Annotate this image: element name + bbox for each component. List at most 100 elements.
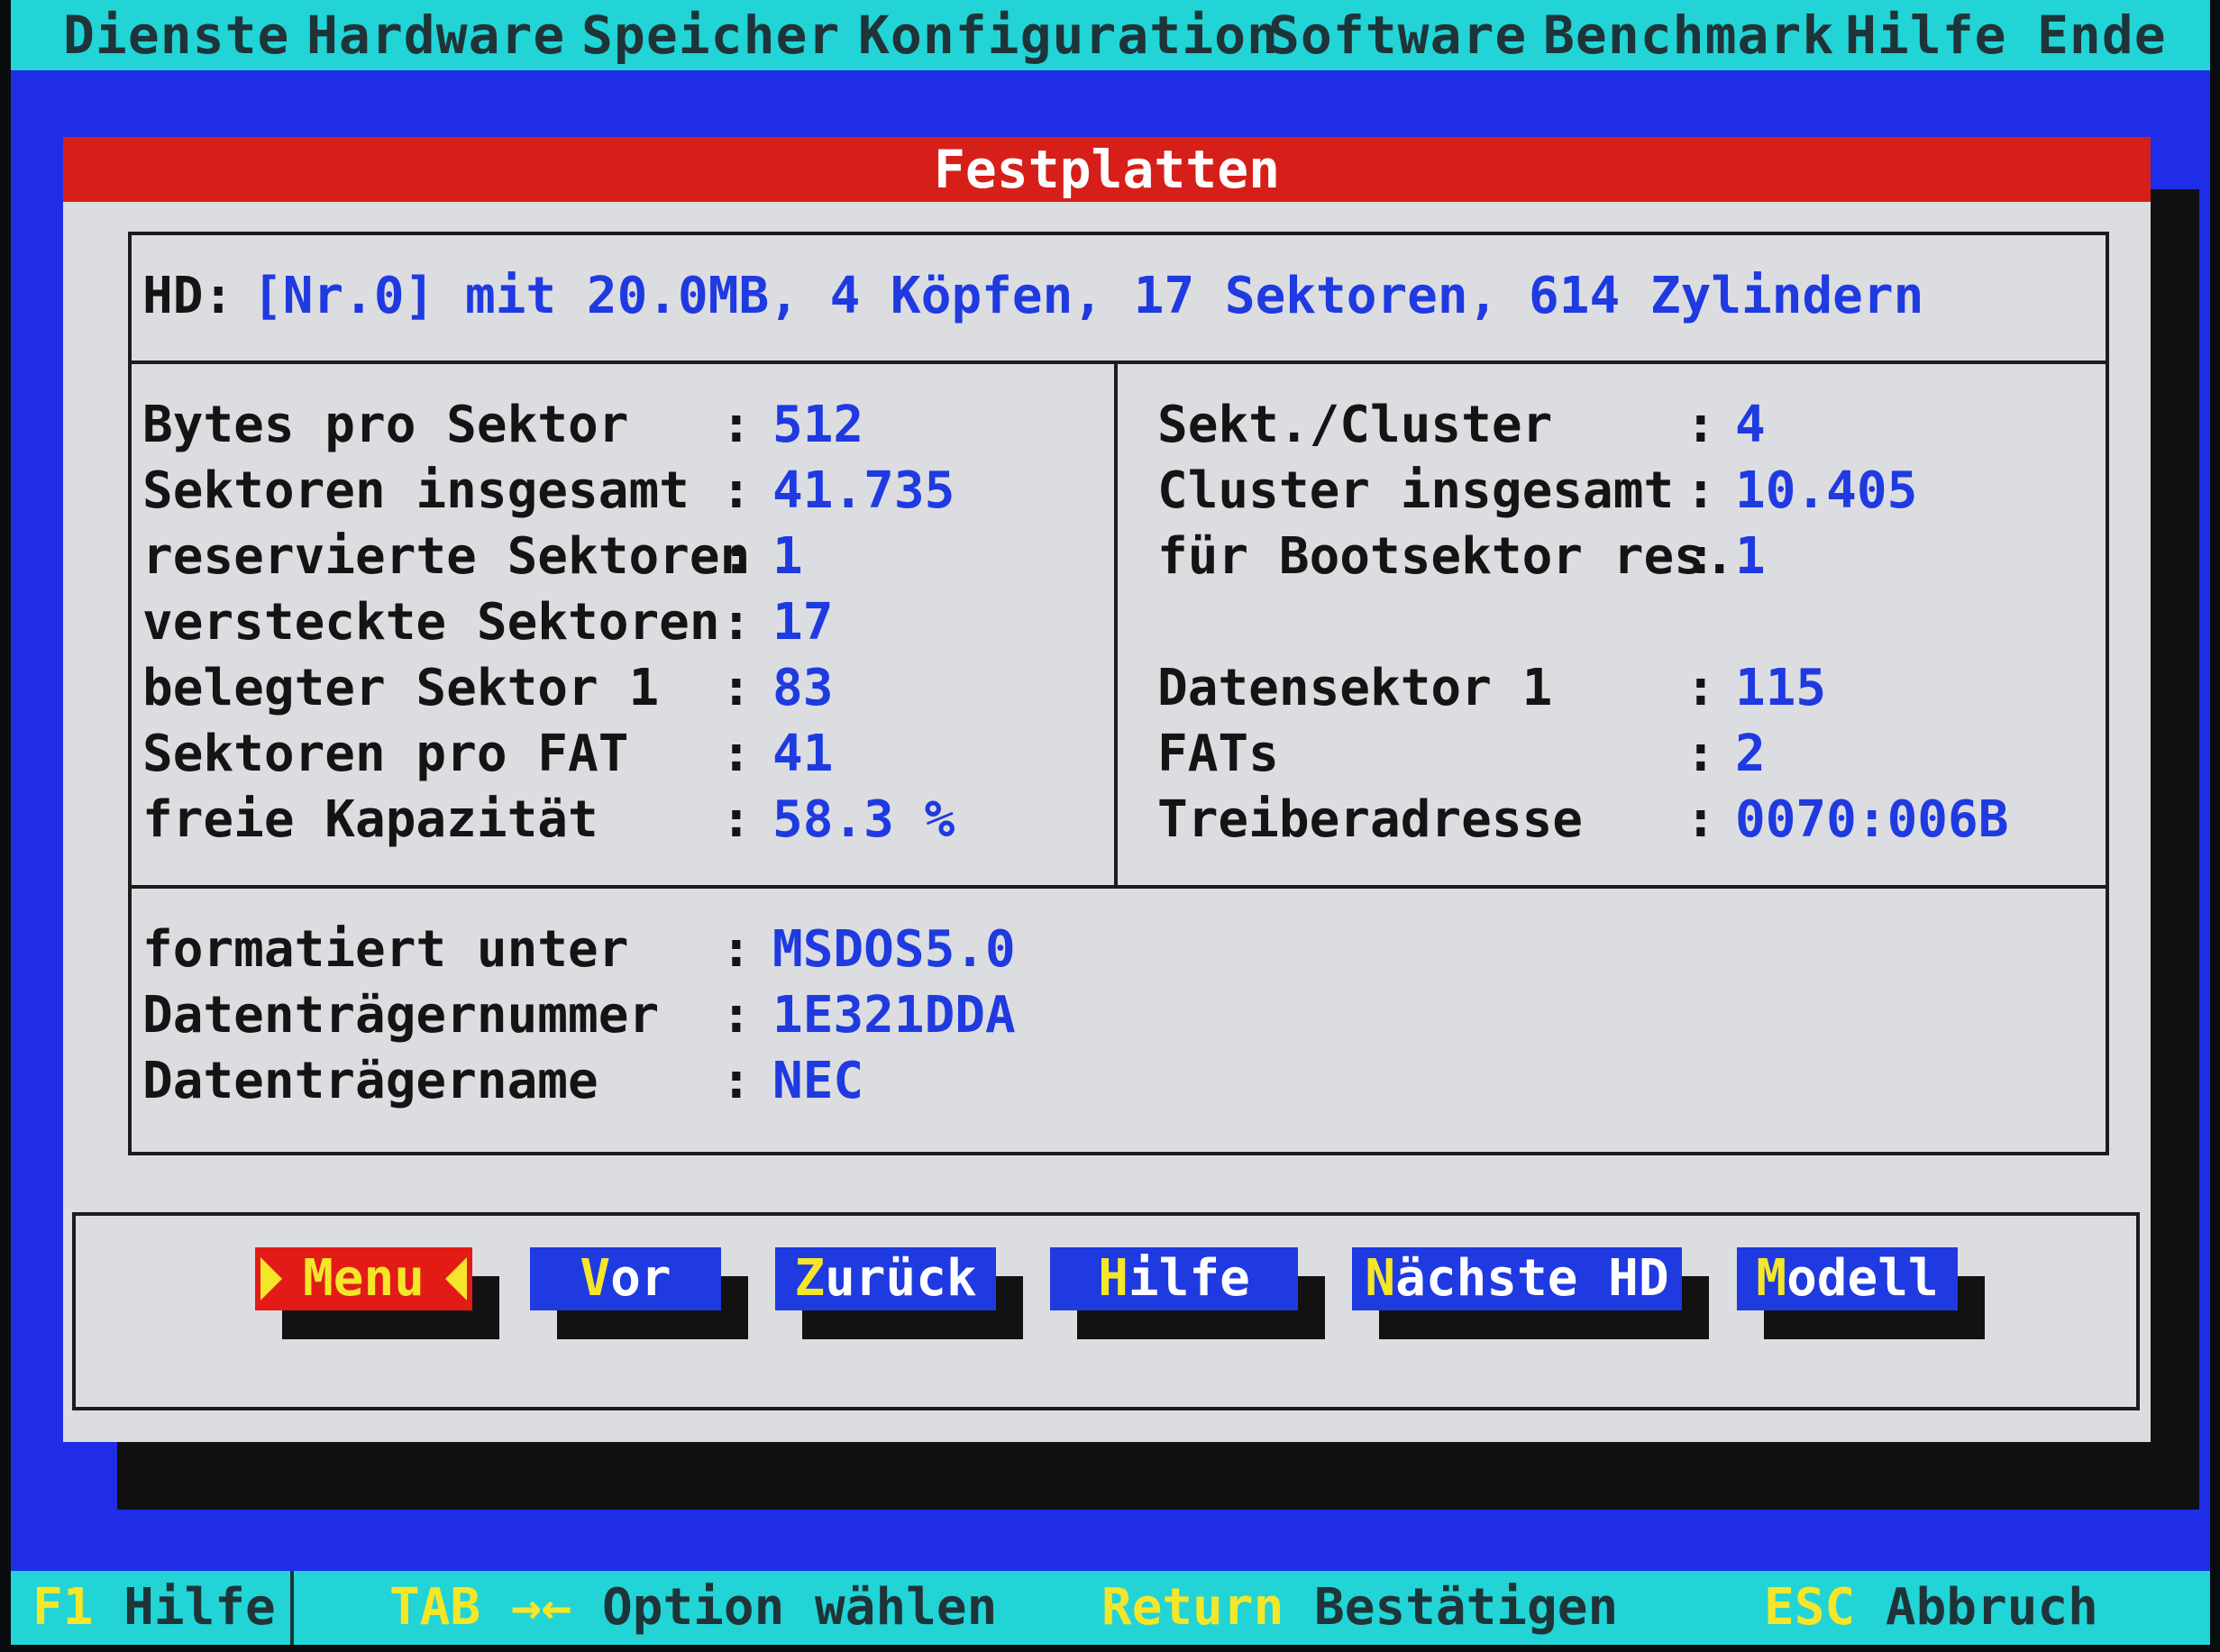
focus-arrow-left-icon	[445, 1257, 467, 1301]
field-separator: :	[721, 396, 752, 454]
status-tab[interactable]: TAB →← Option wählen	[389, 1576, 997, 1639]
hilfe-button-label: ilfe	[1128, 1249, 1250, 1308]
field-separator: :	[721, 986, 752, 1045]
menu-hilfe[interactable]: Hilfe	[1845, 4, 2007, 67]
field-separator: :	[721, 920, 752, 979]
field-separator: :	[1686, 461, 1716, 520]
status-text: Abbruch	[1885, 1578, 2098, 1637]
field-label: Sektoren pro FAT	[142, 725, 629, 783]
status-escape[interactable]: ESC Abbruch	[1764, 1576, 2098, 1639]
field-value: 58.3 %	[772, 790, 955, 849]
field-label: belegter Sektor 1	[142, 659, 660, 717]
menu-bar: Dienste Hardware Speicher Konfiguration …	[11, 0, 2210, 70]
menu-software[interactable]: Software	[1268, 4, 1527, 67]
field-separator: :	[721, 659, 752, 717]
status-key: F1	[32, 1578, 94, 1637]
menu-button-label: enu	[333, 1249, 425, 1308]
field-label: Datenträgername	[142, 1052, 598, 1110]
field-label: freie Kapazität	[142, 790, 598, 849]
divider-columns	[1114, 361, 1118, 889]
field-label: Datenträgernummer	[142, 986, 660, 1045]
zurueck-button[interactable]: Zurück	[775, 1247, 996, 1310]
field-value: 1E321DDA	[772, 986, 1016, 1045]
menu-ende[interactable]: Ende	[2037, 4, 2167, 67]
status-divider	[290, 1571, 294, 1645]
field-label: FATs	[1157, 725, 1279, 783]
status-text: Option wählen	[602, 1578, 998, 1637]
field-value: 1	[1735, 527, 1766, 586]
dialog-titlebar: Festplatten	[63, 137, 2151, 202]
menu-button[interactable]: Menu	[255, 1247, 472, 1310]
status-key: Return	[1101, 1578, 1284, 1637]
naechste-hd-button-label: ächste HD	[1395, 1249, 1669, 1308]
field-value: 10.405	[1735, 461, 1918, 520]
field-label: reservierte Sektoren	[142, 527, 751, 586]
hilfe-button[interactable]: Hilfe	[1050, 1247, 1298, 1310]
field-label: für Bootsektor res.	[1157, 527, 1735, 586]
field-value: 2	[1735, 725, 1766, 783]
field-separator: :	[1686, 790, 1716, 849]
window-shadow-right	[2149, 189, 2199, 1510]
status-key: ESC	[1764, 1578, 1856, 1637]
field-value: MSDOS5.0	[772, 920, 1016, 979]
monitor-screen: Dienste Hardware Speicher Konfiguration …	[0, 0, 2220, 1652]
hd-summary: [Nr.0] mit 20.0MB, 4 Köpfen, 17 Sektoren…	[252, 267, 1924, 325]
field-value: 4	[1735, 396, 1766, 454]
naechste-hd-button[interactable]: Nächste HD	[1352, 1247, 1682, 1310]
status-return[interactable]: Return Bestätigen	[1101, 1576, 1618, 1639]
status-text: Bestätigen	[1314, 1578, 1619, 1637]
field-label: formatiert unter	[142, 920, 629, 979]
field-label: Sekt./Cluster	[1157, 396, 1553, 454]
field-separator: :	[1686, 527, 1716, 586]
menu-hardware[interactable]: Hardware	[306, 4, 565, 67]
field-separator: :	[721, 725, 752, 783]
status-text: Hilfe	[123, 1578, 276, 1637]
field-separator: :	[1686, 396, 1716, 454]
field-separator: :	[721, 461, 752, 520]
modell-button[interactable]: Modell	[1737, 1247, 1958, 1310]
status-bar: F1 Hilfe TAB →← Option wählen Return Bes…	[11, 1571, 2210, 1645]
field-value: 115	[1735, 659, 1827, 717]
zurueck-button-hotkey: Z	[794, 1249, 826, 1308]
modell-button-label: odell	[1786, 1249, 1939, 1308]
festplatten-dialog: Festplatten HD: [Nr.0] mit 20.0MB, 4 Köp…	[63, 137, 2151, 1442]
hd-label: HD:	[142, 267, 234, 325]
field-label: Datensektor 1	[1157, 659, 1553, 717]
window-shadow	[117, 1442, 2199, 1510]
hilfe-button-hotkey: H	[1098, 1249, 1128, 1308]
field-value: 41	[772, 725, 834, 783]
dialog-title: Festplatten	[933, 139, 1281, 200]
field-separator: :	[721, 790, 752, 849]
divider-hd	[128, 361, 2109, 364]
status-key: TAB →←	[389, 1578, 572, 1637]
menu-dienste[interactable]: Dienste	[63, 4, 289, 67]
field-value: 0070:006B	[1735, 790, 2009, 849]
field-label: Bytes pro Sektor	[142, 396, 629, 454]
field-separator: :	[1686, 659, 1716, 717]
vor-button-hotkey: V	[580, 1249, 611, 1308]
menu-speicher[interactable]: Speicher	[581, 4, 840, 67]
field-label: Cluster insgesamt	[1157, 461, 1675, 520]
field-separator: :	[1686, 725, 1716, 783]
menu-benchmark[interactable]: Benchmark	[1543, 4, 1834, 67]
field-label: versteckte Sektoren	[142, 593, 720, 652]
field-value: 41.735	[772, 461, 955, 520]
vor-button-label: or	[610, 1249, 671, 1308]
divider-fields	[128, 885, 2109, 889]
field-value: 1	[772, 527, 803, 586]
field-value: 512	[772, 396, 864, 454]
status-help[interactable]: F1 Hilfe	[32, 1576, 276, 1639]
modell-button-hotkey: M	[1756, 1249, 1787, 1308]
field-value: 17	[772, 593, 834, 652]
menu-konfiguration[interactable]: Konfiguration	[858, 4, 1279, 67]
menu-button-hotkey: M	[303, 1249, 333, 1308]
vor-button[interactable]: Vor	[530, 1247, 721, 1310]
field-label: Treiberadresse	[1157, 790, 1584, 849]
field-value: 83	[772, 659, 834, 717]
field-value: NEC	[772, 1052, 864, 1110]
field-separator: :	[721, 593, 752, 652]
naechste-hd-button-hotkey: N	[1365, 1249, 1396, 1308]
focus-arrow-right-icon	[260, 1257, 282, 1301]
field-label: Sektoren insgesamt	[142, 461, 690, 520]
field-separator: :	[721, 527, 752, 586]
